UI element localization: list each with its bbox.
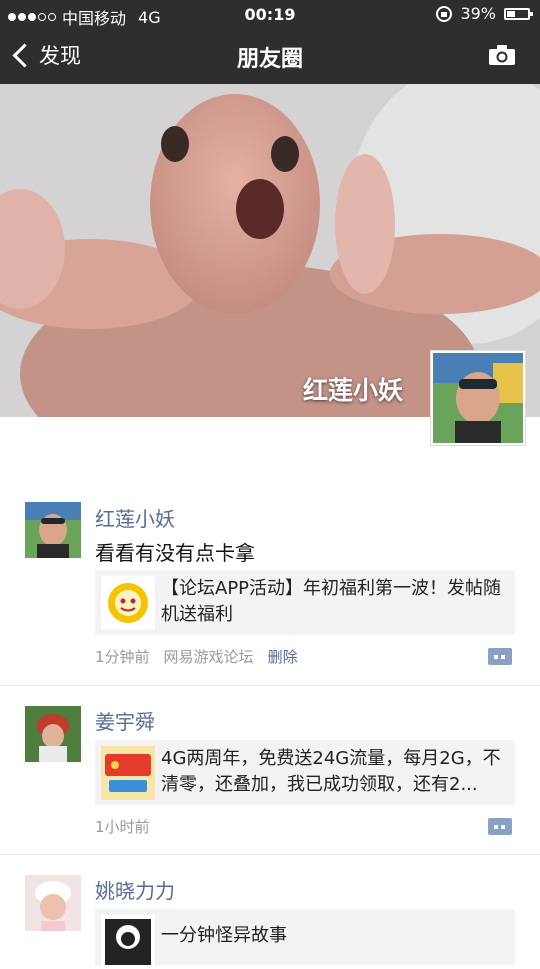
comment-icon[interactable] [488, 648, 512, 665]
sun-icon [101, 576, 155, 630]
top-bar: 中国移动 4G 00:19 39% 发现 朋友圈 [0, 0, 540, 84]
story-image-icon [101, 915, 155, 969]
avatar[interactable] [25, 502, 81, 558]
shared-link-title: 【论坛APP活动】年初福利第一波！发帖随机送福利 [161, 578, 502, 625]
cover-owner-name: 红莲小妖 [302, 376, 403, 405]
avatar[interactable] [25, 706, 81, 762]
post-username[interactable]: 红莲小妖 [95, 503, 175, 532]
moment-post: 姜宇舜 4G两周年，免费送24G流量，每月2G，不清零，还叠加，我已成功领取，还… [0, 686, 540, 855]
post-time: 1分钟前 [95, 648, 150, 666]
status-bar: 中国移动 4G 00:19 39% [0, 0, 540, 28]
camera-icon[interactable] [488, 44, 516, 66]
moments-feed: 红莲小妖 看看有没有点卡拿 【论坛APP活动】年初福利第一波！发帖随机送福利 1… [0, 500, 540, 969]
shared-link-card[interactable]: 【论坛APP活动】年初福利第一波！发帖随机送福利 [95, 570, 515, 635]
post-meta: 1分钟前 网易游戏论坛 删除 [95, 646, 298, 667]
shared-link-title: 一分钟怪异故事 [161, 925, 287, 946]
battery-icon [504, 7, 533, 20]
post-source[interactable]: 网易游戏论坛 [164, 646, 254, 667]
shared-link-card[interactable]: 一分钟怪异故事 [95, 909, 515, 969]
profile-avatar[interactable] [430, 350, 526, 446]
nav-bar: 发现 朋友圈 [0, 28, 540, 84]
post-username[interactable]: 姜宇舜 [95, 706, 155, 735]
shared-link-thumbnail [101, 915, 155, 969]
shared-link-thumbnail [101, 576, 155, 630]
avatar[interactable] [25, 875, 81, 931]
avatar-image [25, 502, 81, 558]
shared-link-title: 4G两周年，免费送24G流量，每月2G，不清零，还叠加，我已成功领取，还有2..… [161, 748, 501, 795]
shared-link-card[interactable]: 4G两周年，免费送24G流量，每月2G，不清零，还叠加，我已成功领取，还有2..… [95, 740, 515, 805]
rotation-lock-icon [436, 5, 453, 22]
post-time: 1小时前 [95, 818, 150, 836]
shared-link-thumbnail [101, 746, 155, 800]
avatar-image [25, 706, 81, 762]
post-username[interactable]: 姚晓力力 [95, 875, 175, 904]
page-title: 朋友圈 [236, 47, 303, 72]
post-meta: 1小时前 [95, 816, 150, 837]
battery-info: 39% [436, 4, 533, 23]
promo-image-icon [101, 746, 155, 800]
avatar [433, 353, 523, 443]
post-text: 看看有没有点卡拿 [95, 541, 255, 565]
moment-post: 红莲小妖 看看有没有点卡拿 【论坛APP活动】年初福利第一波！发帖随机送福利 1… [0, 500, 540, 686]
moment-post: 姚晓力力 一分钟怪异故事 [0, 855, 540, 969]
avatar-image [25, 875, 81, 931]
delete-button[interactable]: 删除 [268, 646, 298, 667]
battery-percent: 39% [460, 4, 496, 23]
comment-icon[interactable] [488, 818, 512, 835]
